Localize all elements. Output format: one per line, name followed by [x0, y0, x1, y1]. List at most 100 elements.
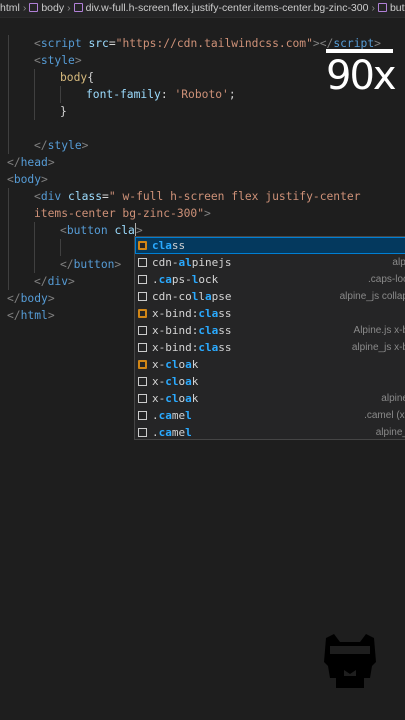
label-text: ss: [171, 239, 186, 252]
suggestion-label: x-bind:class: [152, 339, 231, 356]
code-token: >: [41, 173, 48, 186]
code-token: </: [60, 258, 74, 271]
suggestion-item[interactable]: cdn-collapse alpine_js collap: [135, 288, 405, 305]
code-token: style: [47, 139, 82, 152]
label-text: me: [171, 409, 186, 422]
label-text: ss: [218, 324, 232, 337]
code-token: >: [47, 156, 55, 169]
label-text: .: [152, 273, 159, 286]
code-token: cla: [114, 224, 135, 237]
code-line: <button cla>: [60, 222, 143, 239]
chevron-right-icon: ›: [67, 2, 71, 14]
match-highlight: ca: [158, 409, 172, 422]
suggestion-detail: .camel (x-: [364, 410, 405, 421]
suggestion-item[interactable]: x-bind:class Alpine.js x-b: [135, 322, 405, 339]
suggestion-label: x-cloak: [152, 390, 198, 407]
autocomplete-widget: classcdn-alpinejsalpi.caps-lock.caps-loc…: [134, 236, 405, 440]
suggestion-detail: Alpine.js x-b: [353, 325, 405, 336]
code-token: body: [20, 292, 48, 305]
match-highlight: l: [185, 426, 192, 439]
match-highlight: a: [185, 375, 192, 388]
label-text: .: [152, 409, 159, 422]
label-text: x-bind:: [152, 341, 199, 354]
indent-guide: [34, 69, 35, 120]
suggestion-item[interactable]: .caps-lock .caps-loc: [135, 271, 405, 288]
code-line: </button>: [60, 256, 121, 273]
code-token: >: [114, 258, 122, 271]
code-token: ;: [228, 88, 236, 101]
suggestion-item[interactable]: x-cloak: [135, 373, 405, 390]
code-token: <: [34, 37, 41, 50]
suggestion-item[interactable]: cdn-alpinejs alpi: [135, 254, 405, 271]
label-text: x-: [152, 392, 166, 405]
code-token: src: [88, 37, 109, 50]
code-token: div: [47, 275, 69, 288]
suggestion-item[interactable]: x-bind:class: [135, 305, 405, 322]
code-token: <: [34, 190, 41, 203]
code-token: font-family: [86, 88, 161, 101]
keyword-icon: [138, 428, 147, 437]
code-token: >: [47, 292, 55, 305]
code-token: html: [20, 309, 48, 322]
snippet-icon: [138, 309, 147, 318]
label-text: ss: [218, 341, 232, 354]
match-highlight: cl: [165, 392, 179, 405]
snippet-icon: [138, 360, 147, 369]
code-token: body: [60, 71, 88, 84]
suggestion-item[interactable]: x-cloak: [135, 356, 405, 373]
snippet-icon: [138, 241, 147, 250]
keyword-icon: [138, 377, 147, 386]
label-text: x-bind:: [152, 307, 199, 320]
suggestion-item[interactable]: x-bind:class alpine_js x-b: [135, 339, 405, 356]
code-token: }: [60, 105, 67, 118]
code-token: </: [34, 275, 48, 288]
element-icon: [377, 3, 387, 12]
suggestion-item[interactable]: x-cloak alpine: [135, 390, 405, 407]
label-text: x-: [152, 358, 166, 371]
match-highlight: ca: [158, 426, 172, 439]
suggestion-label: .camel: [152, 424, 192, 439]
code-token: =: [102, 190, 109, 203]
match-highlight: ca: [158, 273, 172, 286]
code-token: >: [74, 54, 82, 67]
label-text: pse: [211, 290, 232, 303]
breadcrumb-item-div[interactable]: div.w-full.h-screen.flex.justify-center.…: [86, 0, 369, 17]
suggestion-detail: alpi: [392, 257, 405, 268]
breadcrumb-item-button[interactable]: butto: [390, 0, 405, 17]
code-line: </body>: [7, 290, 55, 307]
code-line: items-center bg-zinc-300">: [34, 205, 211, 222]
suggestion-label: class: [152, 237, 185, 254]
code-line: </div>: [34, 273, 75, 290]
code-token: script: [40, 37, 82, 50]
code-token: <: [7, 173, 14, 186]
match-highlight: cla: [198, 307, 219, 320]
label-text: cdn-: [152, 256, 179, 269]
code-token: 'Roboto': [174, 88, 229, 101]
element-icon: [73, 3, 83, 12]
label-text: pinejs: [191, 256, 232, 269]
code-line: <style>: [34, 52, 82, 69]
code-token: </: [7, 292, 21, 305]
label-text: ock: [198, 273, 219, 286]
suggestion-label: x-cloak: [152, 373, 198, 390]
code-token: <: [60, 224, 67, 237]
indent-guide: [8, 35, 9, 154]
suggestion-item[interactable]: .camel .camel (x-: [135, 407, 405, 424]
code-token: head: [20, 156, 48, 169]
cat-logo-icon: [324, 634, 376, 688]
code-token: :: [160, 88, 175, 101]
suggestion-label: x-bind:class: [152, 305, 231, 322]
code-token: body: [13, 173, 42, 186]
breadcrumb-item-body[interactable]: body: [41, 0, 64, 17]
code-line: </head>: [7, 154, 55, 171]
code-line: </html>: [7, 307, 55, 324]
match-highlight: cl: [165, 358, 179, 371]
suggestion-item[interactable]: class: [135, 237, 405, 254]
breadcrumb-item-html[interactable]: html: [0, 0, 20, 17]
label-text: .: [152, 426, 159, 439]
keyword-icon: [138, 292, 147, 301]
indent-guide: [34, 222, 35, 273]
suggestion-item[interactable]: .camel alpine_: [135, 424, 405, 439]
code-token: "https://cdn.tailwindcss.com": [115, 37, 313, 50]
